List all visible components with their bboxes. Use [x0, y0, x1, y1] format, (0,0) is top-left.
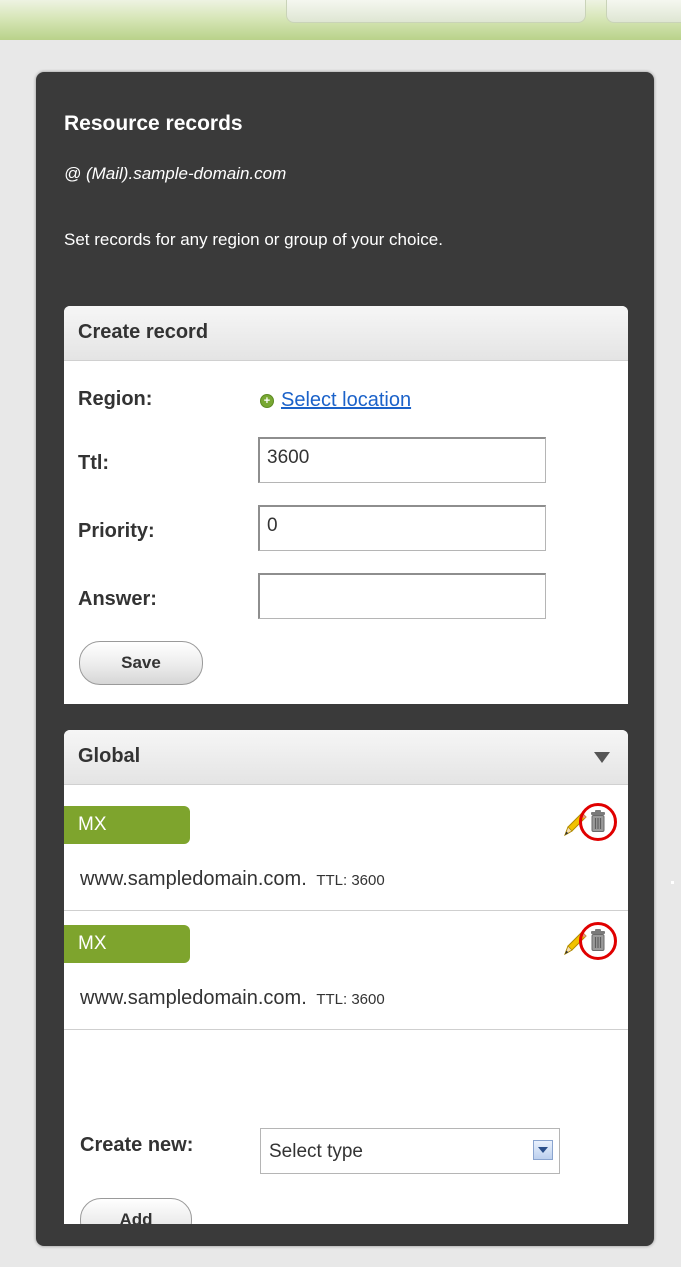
- resource-records-panel: Resource records @ (Mail).sample-domain.…: [36, 72, 654, 1246]
- priority-input[interactable]: 0: [258, 505, 546, 551]
- answer-input[interactable]: [258, 573, 546, 619]
- region-selector: + Select location: [260, 389, 411, 412]
- chevron-down-icon[interactable]: [533, 1140, 553, 1160]
- record-row: MX www.sampledomain.com. TTL: 3600: [64, 792, 628, 911]
- ttl-input[interactable]: 3600: [258, 437, 546, 483]
- record-value: www.sampledomain.com. TTL: 3600: [80, 987, 385, 1010]
- record-type-select-value: Select type: [269, 1141, 363, 1162]
- global-records-card: Global MX www.sampledomain.com. TTL: 360…: [64, 730, 628, 1224]
- global-header[interactable]: Global: [64, 730, 628, 785]
- region-label: Region:: [78, 388, 153, 410]
- create-record-title: Create record: [78, 321, 209, 343]
- priority-label: Priority:: [78, 520, 155, 542]
- answer-label: Answer:: [78, 588, 157, 610]
- record-host: www.sampledomain.com.: [80, 987, 307, 1009]
- top-tab[interactable]: [286, 0, 586, 23]
- panel-description: Set records for any region or group of y…: [64, 230, 443, 249]
- record-ttl: TTL: 3600: [316, 872, 385, 889]
- record-host: www.sampledomain.com.: [80, 868, 307, 890]
- record-ttl: TTL: 3600: [316, 991, 385, 1008]
- record-value: www.sampledomain.com. TTL: 3600: [80, 868, 385, 891]
- ttl-label: Ttl:: [78, 452, 110, 474]
- create-record-card: Create record Region: + Select location …: [64, 306, 628, 704]
- select-location-link[interactable]: Select location: [281, 389, 411, 412]
- record-type-select[interactable]: Select type: [260, 1128, 560, 1174]
- trash-icon[interactable]: [578, 802, 618, 842]
- save-button[interactable]: Save: [79, 641, 203, 685]
- record-type-badge: MX: [64, 925, 190, 963]
- create-new-label: Create new:: [80, 1134, 194, 1156]
- decorative-dot: [671, 881, 674, 884]
- create-record-header: Create record: [64, 306, 628, 361]
- trash-icon[interactable]: [578, 921, 618, 961]
- top-tab[interactable]: [606, 0, 681, 23]
- add-button[interactable]: Add: [80, 1198, 192, 1224]
- panel-subtitle: @ (Mail).sample-domain.com: [64, 164, 287, 183]
- record-type-badge: MX: [64, 806, 190, 844]
- global-title: Global: [78, 745, 141, 767]
- record-row: MX www.sampledomain.com. TTL: 3600: [64, 911, 628, 1030]
- panel-title: Resource records: [64, 112, 243, 135]
- top-header-strip: [0, 0, 681, 40]
- plus-circle-icon: +: [260, 393, 274, 408]
- triangle-down-icon[interactable]: [594, 752, 610, 763]
